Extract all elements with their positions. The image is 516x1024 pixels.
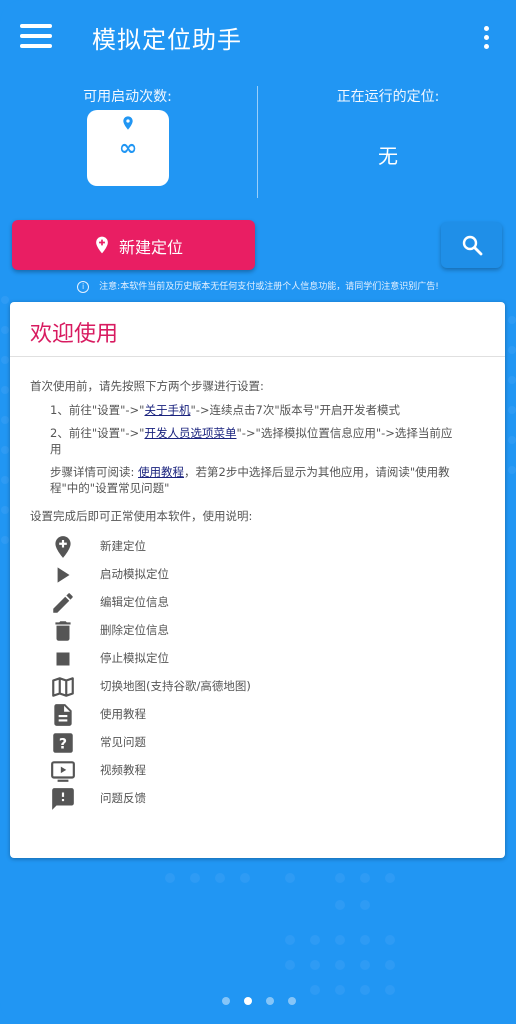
svg-text:?: ? <box>59 736 67 752</box>
legend-row: 编辑定位信息 <box>50 590 350 616</box>
step-2-continued: 用 <box>50 442 62 456</box>
legend-label: 启动模拟定位 <box>100 567 169 581</box>
step-1: 1、前往"设置"->"关于手机"->连续点击7次"版本号"开启开发者模式 <box>50 402 400 418</box>
add-location-icon <box>55 536 71 558</box>
legend-label: 删除定位信息 <box>100 623 169 637</box>
page-indicator-dot[interactable] <box>222 997 230 1005</box>
legend-label: 新建定位 <box>100 539 146 553</box>
running-location-label: 正在运行的定位: <box>336 89 440 105</box>
page-indicator-dot[interactable] <box>288 997 296 1005</box>
usage-intro: 设置完成后即可正常使用本软件，使用说明: <box>30 509 253 523</box>
legend-row: ? 常见问题 <box>50 730 350 756</box>
step-detail-suffix: ，若第2步中选择后显示为其他应用，请阅读"使用教 <box>184 465 450 479</box>
legend-label: 常见问题 <box>100 735 146 749</box>
launch-count-section: 可用启动次数: <box>0 86 255 106</box>
app-screen: 模拟定位助手 可用启动次数: ∞ 正在运行的定位: 无 新建定位 i 注意:本软件… <box>0 0 516 1024</box>
feedback-icon <box>52 788 74 810</box>
document-icon <box>54 704 72 726</box>
running-location-value: 无 <box>378 144 398 168</box>
page-indicator-dot[interactable] <box>266 997 274 1005</box>
legend-row: 新建定位 <box>50 534 350 560</box>
legend-label: 切换地图(支持谷歌/高德地图) <box>100 679 251 693</box>
step-2-suffix: "->"选择模拟位置信息应用"->选择当前应 <box>236 426 453 440</box>
edit-icon <box>53 593 73 613</box>
stats-divider <box>257 86 258 198</box>
setup-intro: 首次使用前，请先按照下方两个步骤进行设置: <box>30 379 264 393</box>
hamburger-menu-icon[interactable] <box>20 24 52 48</box>
legend-label: 视频教程 <box>100 763 146 777</box>
legend-label: 问题反馈 <box>100 791 146 805</box>
info-icon: i <box>77 280 90 293</box>
tutorial-link[interactable]: 使用教程 <box>138 465 184 479</box>
new-location-label: 新建定位 <box>119 238 184 257</box>
legend-label: 使用教程 <box>100 707 146 721</box>
delete-icon <box>55 621 71 641</box>
launch-count-value: ∞ <box>118 136 138 161</box>
page-indicator-dot-active[interactable] <box>244 997 252 1005</box>
card-divider <box>10 356 505 357</box>
welcome-card: 欢迎使用 首次使用前，请先按照下方两个步骤进行设置: 1、前往"设置"->"关于… <box>10 302 505 858</box>
launch-count-card: ∞ <box>87 110 169 186</box>
step-detail-continued: 程"中的"设置常见问题" <box>50 481 170 495</box>
legend-row: 视频教程 <box>50 758 350 784</box>
notice-banner: i 注意:本软件当前及历史版本无任何支付或注册个人信息功能，请同学们注意识别广告! <box>0 279 516 293</box>
app-bar: 模拟定位助手 <box>0 0 516 76</box>
app-title: 模拟定位助手 <box>92 26 242 54</box>
legend-row: 问题反馈 <box>50 786 350 812</box>
step-2-prefix: 2、前往"设置"->" <box>50 426 145 440</box>
map-icon <box>52 677 74 697</box>
video-icon <box>51 761 75 782</box>
more-options-icon[interactable] <box>480 26 492 50</box>
legend-label: 编辑定位信息 <box>100 595 169 609</box>
legend-row: 停止模拟定位 <box>50 646 350 672</box>
step-detail-prefix: 步骤详情可阅读: <box>50 465 139 479</box>
add-location-icon <box>96 236 108 254</box>
developer-options-link[interactable]: 开发人员选项菜单 <box>144 426 236 440</box>
legend-row: 启动模拟定位 <box>50 562 350 588</box>
legend-row: 切换地图(支持谷歌/高德地图) <box>50 674 350 700</box>
play-icon <box>57 567 70 583</box>
legend-row: 使用教程 <box>50 702 350 728</box>
step-detail: 步骤详情可阅读: 使用教程，若第2步中选择后显示为其他应用，请阅读"使用教 <box>50 464 490 480</box>
about-phone-link[interactable]: 关于手机 <box>144 403 190 417</box>
launch-count-label: 可用启动次数: <box>83 89 172 105</box>
help-icon: ? <box>53 733 73 753</box>
location-pin-icon <box>123 116 133 130</box>
step-1-prefix: 1、前往"设置"->" <box>50 403 145 417</box>
step-2: 2、前往"设置"->"开发人员选项菜单"->"选择模拟位置信息应用"->选择当前… <box>50 425 490 441</box>
notice-text: 注意:本软件当前及历史版本无任何支付或注册个人信息功能，请同学们注意识别广告! <box>99 282 439 292</box>
step-1-suffix: "->连续点击7次"版本号"开启开发者模式 <box>190 403 400 417</box>
legend-label: 停止模拟定位 <box>100 651 169 665</box>
search-icon <box>462 235 483 256</box>
running-location-section: 正在运行的定位: <box>260 86 516 106</box>
search-button[interactable] <box>441 222 502 268</box>
new-location-button[interactable]: 新建定位 <box>12 220 255 270</box>
stop-icon <box>56 652 70 666</box>
welcome-title: 欢迎使用 <box>30 322 119 347</box>
legend-row: 删除定位信息 <box>50 618 350 644</box>
